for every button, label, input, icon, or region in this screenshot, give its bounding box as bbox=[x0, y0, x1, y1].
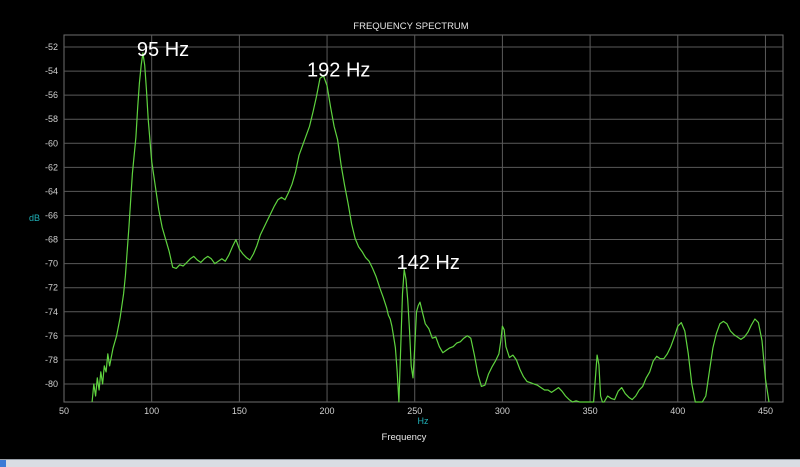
x-tick-label: 400 bbox=[670, 406, 685, 416]
y-tick-label: -70 bbox=[45, 259, 58, 269]
y-tick-label: -80 bbox=[45, 379, 58, 389]
frequency-spectrum-chart: -52 -54 -56 -58 -60 -62 -64 -66 -68 -70 -72 -74 -76 -… bbox=[0, 0, 800, 466]
x-tick-label: 50 bbox=[59, 406, 69, 416]
y-axis-label: dB bbox=[29, 213, 40, 223]
y-tick-label: -60 bbox=[45, 138, 58, 148]
y-tick-labels: -52 -54 -56 -58 -60 -62 -64 -66 -68 -70 -72 -74 -76 -… bbox=[45, 42, 58, 389]
x-axis-unit-label: Hz bbox=[418, 416, 429, 426]
x-tick-label: 200 bbox=[320, 406, 335, 416]
x-axis-label: Frequency bbox=[382, 432, 427, 443]
y-tick-label: -58 bbox=[45, 114, 58, 124]
y-tick-label: -62 bbox=[45, 162, 58, 172]
y-tick-label: -54 bbox=[45, 66, 58, 76]
x-tick-label: 150 bbox=[232, 406, 247, 416]
peak-label: 142 Hz bbox=[396, 252, 459, 274]
chart-background bbox=[0, 0, 800, 466]
y-tick-label: -74 bbox=[45, 307, 58, 317]
chart-title: FREQUENCY SPECTRUM bbox=[353, 21, 469, 32]
peak-label: 192 Hz bbox=[307, 60, 370, 82]
y-tick-label: -64 bbox=[45, 186, 58, 196]
x-tick-label: 350 bbox=[583, 406, 598, 416]
y-tick-label: -66 bbox=[45, 210, 58, 220]
x-tick-label: 300 bbox=[495, 406, 510, 416]
peak-label: 95 Hz bbox=[137, 39, 189, 61]
y-tick-label: -68 bbox=[45, 235, 58, 245]
x-tick-label: 100 bbox=[144, 406, 159, 416]
x-tick-label: 450 bbox=[758, 406, 773, 416]
y-tick-label: -78 bbox=[45, 355, 58, 365]
y-tick-label: -76 bbox=[45, 331, 58, 341]
y-tick-label: -72 bbox=[45, 283, 58, 293]
x-tick-label: 250 bbox=[407, 406, 422, 416]
y-tick-label: -52 bbox=[45, 42, 58, 52]
y-tick-label: -56 bbox=[45, 90, 58, 100]
